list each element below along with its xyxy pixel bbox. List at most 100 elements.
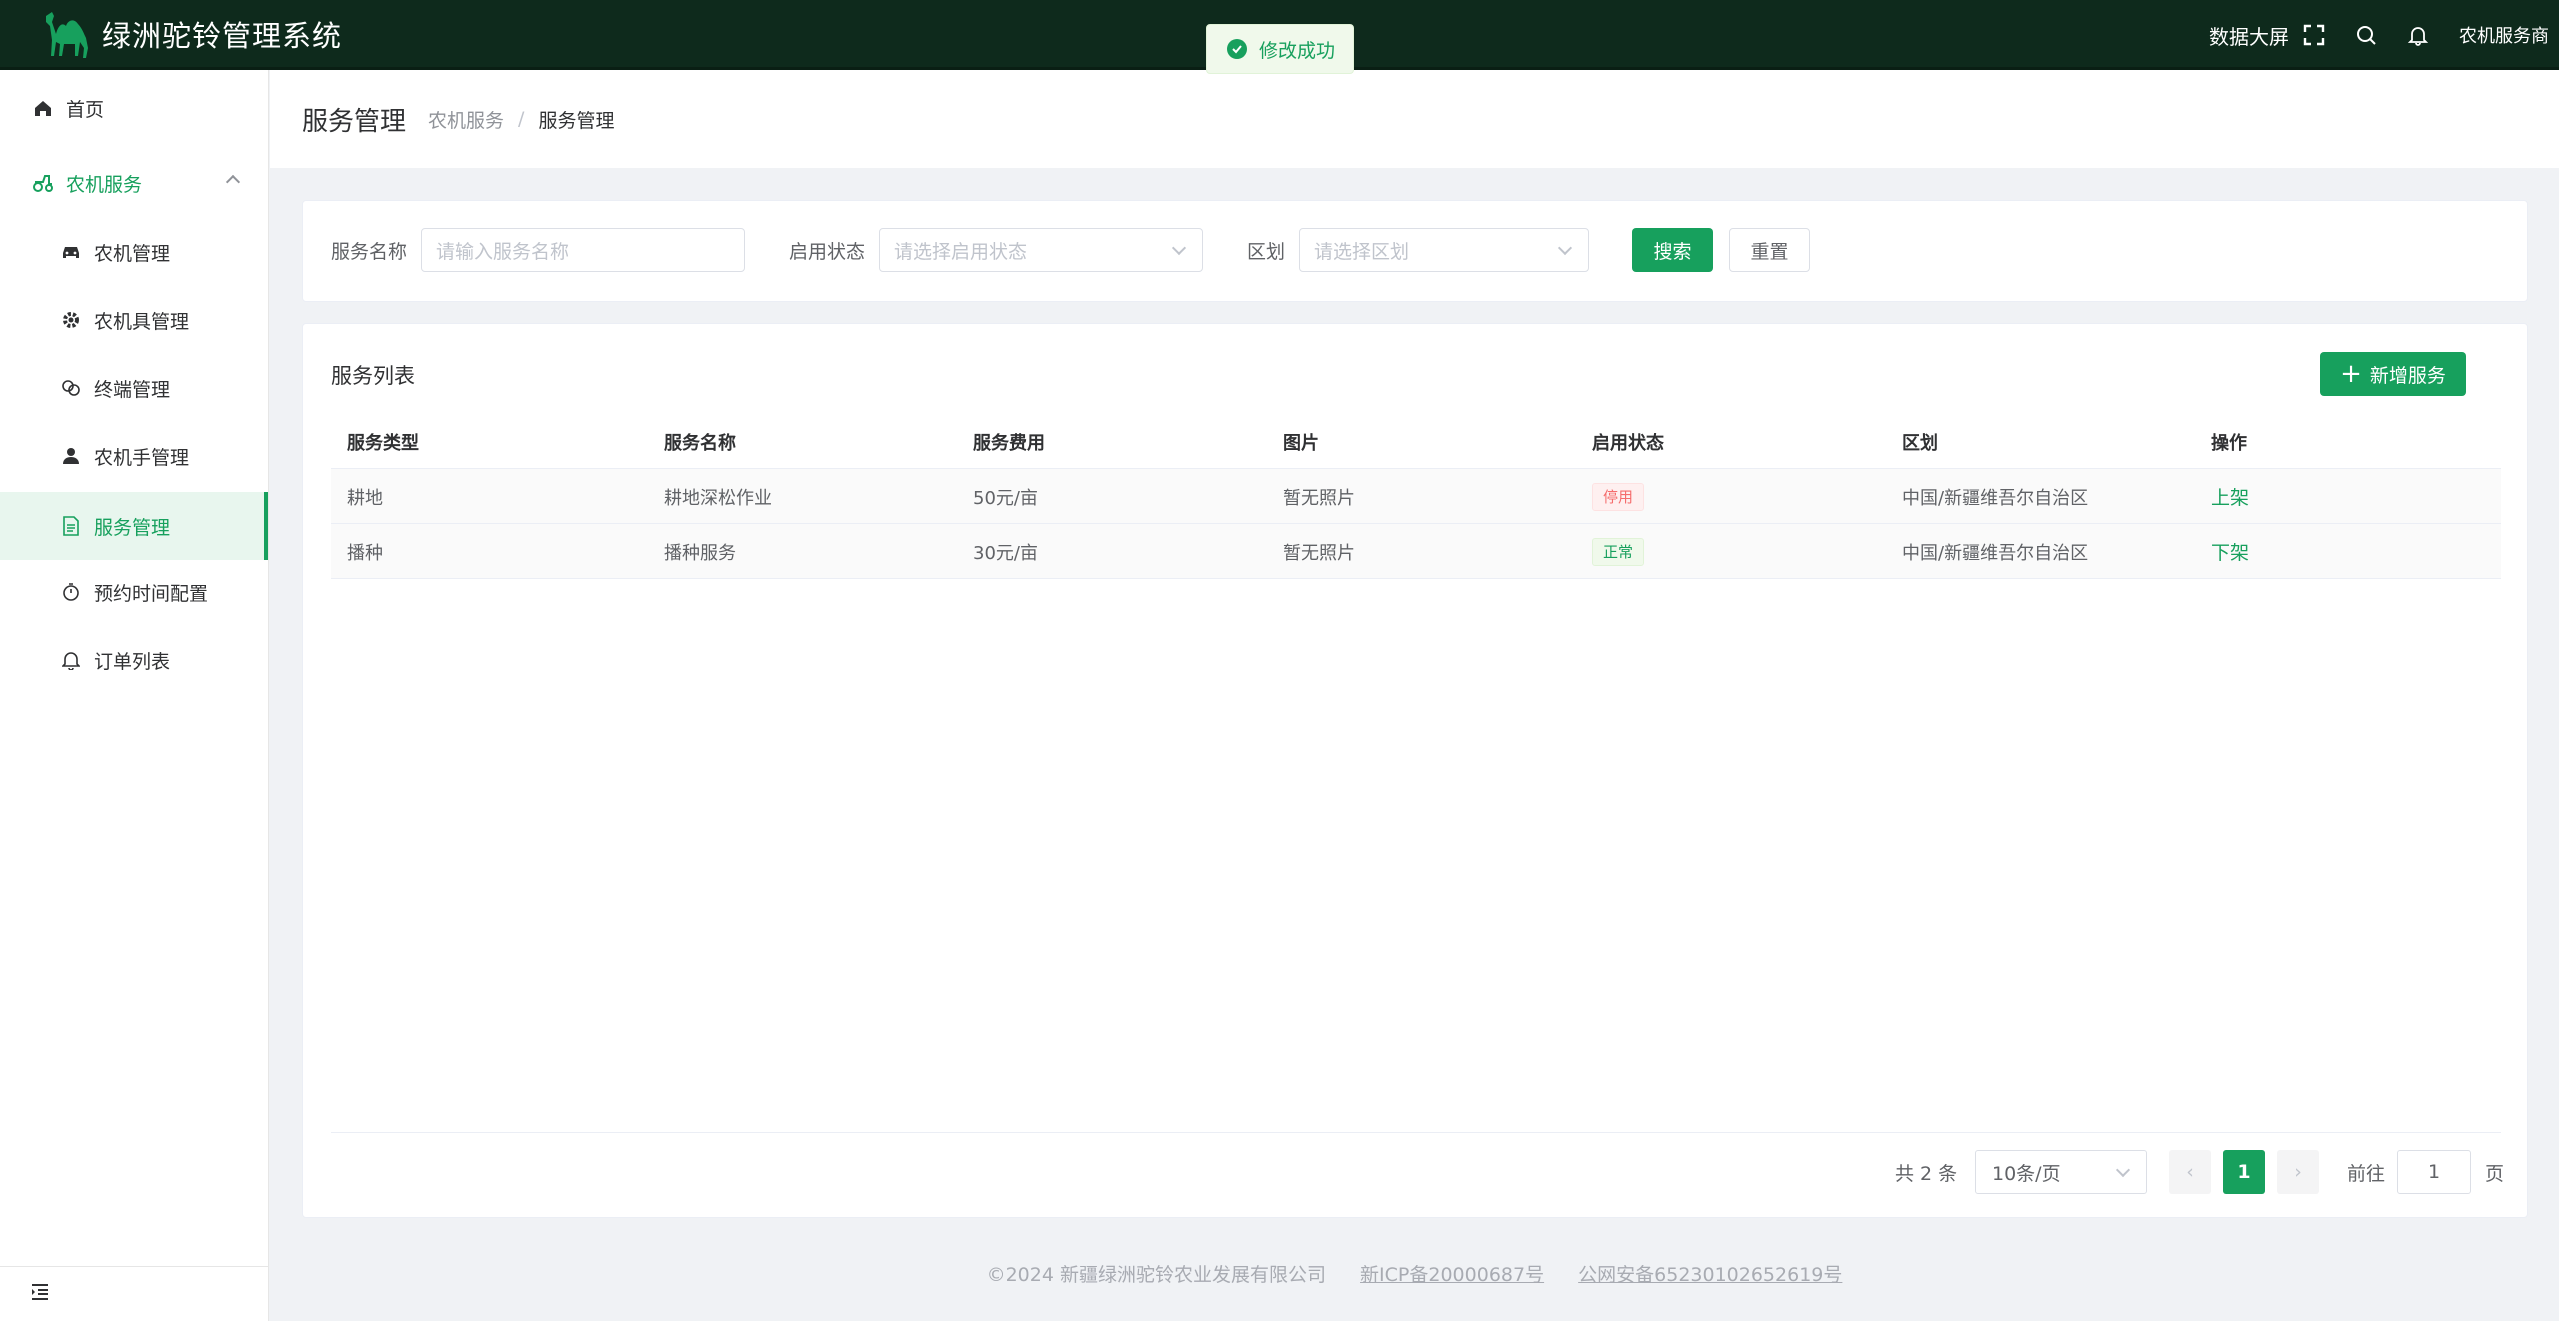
add-service-button[interactable]: + 新增服务 (2320, 352, 2466, 396)
cell-fee: 30元/亩 (973, 542, 1038, 564)
cell-name: 耕地深松作业 (664, 487, 772, 509)
gear-icon (60, 309, 82, 331)
service-table: 服务类型 服务名称 服务费用 图片 启用状态 区划 操作 耕地 耕地深松作业 5… (331, 414, 2501, 579)
chevron-up-icon (225, 174, 241, 190)
chevron-down-icon (1171, 240, 1187, 256)
sidebar-item-label: 农机具管理 (94, 310, 190, 333)
success-toast: 修改成功 (1206, 24, 1354, 74)
page-size-select[interactable]: 10条/页 (1975, 1150, 2147, 1194)
chevron-left-icon: ‹ (2186, 1161, 2194, 1183)
pagination-divider (331, 1132, 2501, 1133)
sidebar-item-booking-time[interactable]: 预约时间配置 (0, 562, 268, 622)
fullscreen-icon[interactable] (2303, 24, 2325, 46)
status-badge: 停用 (1592, 482, 1645, 511)
tractor-icon (32, 172, 54, 194)
chevron-down-icon (2115, 1162, 2131, 1178)
collapse-sidebar-button[interactable] (0, 1266, 268, 1321)
bell-icon[interactable] (2407, 24, 2429, 46)
sidebar-item-service[interactable]: 服务管理 (0, 492, 268, 560)
page-header: 服务管理 农机服务 / 服务管理 (270, 70, 2559, 168)
service-list-panel: 服务列表 + 新增服务 服务类型 服务名称 服务费用 图片 启用状态 区划 操作… (302, 323, 2528, 1218)
check-circle-icon (1227, 39, 1247, 59)
table-header-row: 服务类型 服务名称 服务费用 图片 启用状态 区划 操作 (331, 414, 2501, 469)
page-number-1[interactable]: 1 (2223, 1150, 2265, 1194)
table-row: 耕地 耕地深松作业 50元/亩 暂无照片 停用 中国/新疆维吾尔自治区 上架 (331, 469, 2501, 524)
cell-action: 上架 (2211, 469, 2249, 524)
footer: ©2024 新疆绿洲驼铃农业发展有限公司 新ICP备20000687号 公网安备… (270, 1260, 2559, 1287)
delist-service-button[interactable]: 下架 (2211, 538, 2249, 565)
sidebar-group-farm-service[interactable]: 农机服务 (0, 153, 268, 213)
region-select[interactable]: 请选择区划 (1299, 228, 1589, 272)
sidebar-item-machine[interactable]: 农机管理 (0, 222, 268, 282)
footer-copyright: ©2024 新疆绿洲驼铃农业发展有限公司 (986, 1264, 1326, 1286)
home-icon (32, 97, 54, 119)
sidebar-item-label: 服务管理 (94, 516, 171, 539)
button-label: 新增服务 (2369, 364, 2446, 387)
column-header: 服务名称 (664, 432, 736, 454)
breadcrumb-item[interactable]: 农机服务 (428, 106, 504, 133)
column-header: 启用状态 (1592, 432, 1664, 454)
column-header: 服务费用 (973, 432, 1045, 454)
pagination-total: 共 2 条 (1895, 1162, 1958, 1185)
sidebar-item-label: 终端管理 (94, 378, 171, 401)
prev-page-button[interactable]: ‹ (2169, 1150, 2211, 1194)
cell-action: 下架 (2211, 524, 2249, 579)
breadcrumb-item: 服务管理 (538, 109, 615, 132)
sidebar-item-orders[interactable]: 订单列表 (0, 630, 268, 690)
page-unit-label: 页 (2485, 1162, 2505, 1185)
select-placeholder: 请选择启用状态 (894, 240, 1028, 263)
list-service-button[interactable]: 上架 (2211, 483, 2249, 510)
sidebar-item-home[interactable]: 首页 (0, 78, 268, 138)
sidebar-item-operator[interactable]: 农机手管理 (0, 426, 268, 486)
cell-status: 正常 (1592, 524, 1645, 579)
car-icon (60, 241, 82, 263)
menu-fold-icon (30, 1283, 50, 1305)
goto-label: 前往 (2347, 1162, 2386, 1185)
app-title: 绿洲驼铃管理系统 (102, 18, 343, 53)
footer-icp-link[interactable]: 新ICP备20000687号 (1360, 1264, 1544, 1286)
column-header: 图片 (1283, 432, 1319, 454)
cell-region: 中国/新疆维吾尔自治区 (1902, 487, 2089, 509)
list-title: 服务列表 (331, 364, 415, 388)
cell-type: 耕地 (347, 487, 383, 509)
chevron-down-icon (1557, 240, 1573, 256)
column-header: 服务类型 (347, 432, 419, 454)
column-header: 操作 (2211, 432, 2247, 454)
column-header: 区划 (1902, 432, 1938, 454)
input-placeholder: 请输入服务名称 (436, 240, 570, 263)
cell-name: 播种服务 (664, 542, 736, 564)
plus-icon: + (2340, 359, 2362, 389)
cell-fee: 50元/亩 (973, 487, 1038, 509)
cell-region: 中国/新疆维吾尔自治区 (1902, 542, 2089, 564)
select-placeholder: 请选择区划 (1314, 240, 1410, 263)
table-row: 播种 播种服务 30元/亩 暂无照片 正常 中国/新疆维吾尔自治区 下架 (331, 524, 2501, 579)
footer-police-link[interactable]: 公网安备65230102652619号 (1578, 1264, 1842, 1286)
search-button[interactable]: 搜索 (1632, 228, 1713, 272)
logo[interactable]: 绿洲驼铃管理系统 (40, 8, 342, 60)
status-badge: 正常 (1592, 537, 1645, 566)
reset-button[interactable]: 重置 (1729, 228, 1810, 272)
bell-icon (60, 649, 82, 671)
sidebar-item-label: 订单列表 (94, 650, 171, 673)
toast-message: 修改成功 (1259, 39, 1336, 62)
header-actions: 数据大屏 农机服务商 (2179, 0, 2549, 70)
service-name-input[interactable]: 请输入服务名称 (421, 228, 745, 272)
cell-image: 暂无照片 (1283, 487, 1355, 509)
big-screen-link[interactable]: 数据大屏 (2209, 21, 2289, 50)
sidebar: 首页 农机服务 农机管理 农机具管理 终端管理 农机手管理 服务管理 预约时间配… (0, 70, 269, 1321)
camel-logo-icon (46, 11, 88, 58)
user-role[interactable]: 农机服务商 (2459, 22, 2549, 48)
search-icon[interactable] (2355, 24, 2377, 46)
status-select[interactable]: 请选择启用状态 (879, 228, 1203, 272)
service-name-label: 服务名称 (331, 241, 408, 263)
sidebar-item-label: 农机服务 (66, 173, 143, 196)
link-icon (60, 377, 82, 399)
cell-image: 暂无照片 (1283, 542, 1355, 564)
goto-page-input[interactable]: 1 (2397, 1150, 2471, 1194)
sidebar-item-terminal[interactable]: 终端管理 (0, 358, 268, 418)
sidebar-item-implement[interactable]: 农机具管理 (0, 290, 268, 350)
next-page-button[interactable]: › (2277, 1150, 2319, 1194)
status-label: 启用状态 (789, 241, 866, 263)
sidebar-item-label: 农机管理 (94, 242, 171, 265)
breadcrumb: 农机服务 / 服务管理 (428, 106, 614, 133)
